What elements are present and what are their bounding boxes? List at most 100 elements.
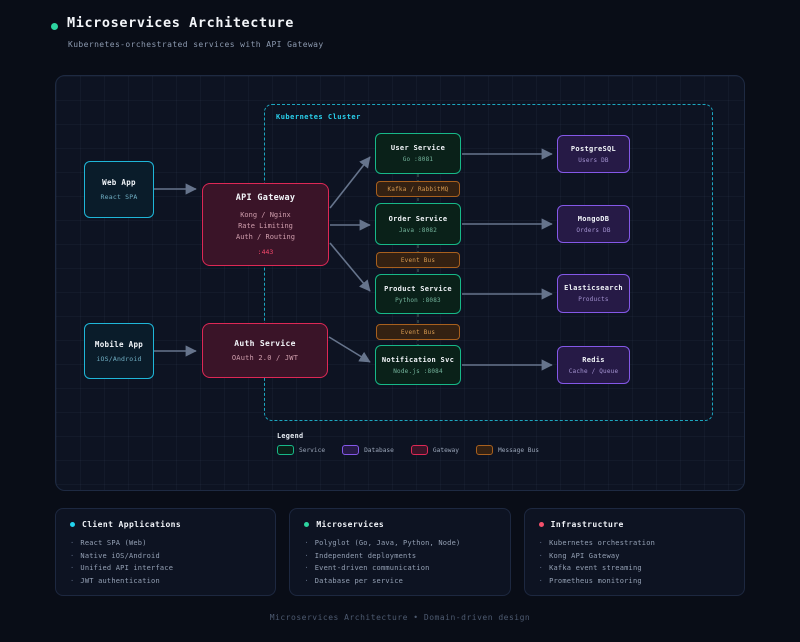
node-postgresql: PostgreSQL Users DB	[557, 135, 630, 173]
legend-label: Message Bus	[498, 447, 539, 454]
list-item: · Polyglot (Go, Java, Python, Node)	[304, 537, 495, 550]
bullet-icon: ·	[70, 550, 74, 563]
node-title: Redis	[582, 356, 605, 364]
card-client-applications: Client Applications · React SPA (Web) · …	[55, 508, 276, 596]
gateway-feature: Rate Limiting	[238, 222, 293, 230]
node-subtitle: Python :8083	[395, 297, 441, 304]
kubernetes-cluster-boundary: Kubernetes Cluster	[264, 104, 713, 421]
node-title: Order Service	[389, 215, 448, 223]
list-item-text: Unified API interface	[80, 562, 173, 575]
bullet-icon: ·	[70, 562, 74, 575]
node-message-bus-kafka: Kafka / RabbitMQ	[376, 181, 460, 197]
list-item-text: React SPA (Web)	[80, 537, 146, 550]
node-subtitle: React SPA	[100, 193, 137, 201]
card-header: Microservices	[304, 520, 495, 529]
card-dot-icon	[304, 522, 309, 527]
list-item-text: Kong API Gateway	[549, 550, 620, 563]
bus-label: Event Bus	[401, 329, 435, 336]
list-item: · JWT authentication	[70, 575, 261, 588]
bullet-icon: ·	[304, 562, 308, 575]
legend: Service Database Gateway Message Bus	[277, 445, 539, 455]
node-message-bus-event-2: Event Bus	[376, 324, 460, 340]
node-title: MongoDB	[578, 215, 610, 223]
bullet-icon: ·	[539, 575, 543, 588]
node-notification-service: Notification Svc Node.js :8084	[375, 345, 461, 385]
card-dot-icon	[539, 522, 544, 527]
legend-swatch-database	[342, 445, 359, 455]
legend-swatch-message-bus	[476, 445, 493, 455]
node-subtitle: Java :8082	[399, 227, 437, 234]
node-api-gateway: API Gateway Kong / Nginx Rate Limiting A…	[202, 183, 329, 266]
card-dot-icon	[70, 522, 75, 527]
node-title: API Gateway	[236, 193, 296, 203]
list-item: · React SPA (Web)	[70, 537, 261, 550]
card-microservices: Microservices · Polyglot (Go, Java, Pyth…	[289, 508, 510, 596]
legend-item-gateway: Gateway	[411, 445, 459, 455]
legend-title: Legend	[277, 432, 303, 440]
list-item: · Unified API interface	[70, 562, 261, 575]
legend-label: Database	[364, 447, 394, 454]
list-item-text: Kubernetes orchestration	[549, 537, 655, 550]
list-item: · Kong API Gateway	[539, 550, 730, 563]
list-item-text: Database per service	[315, 575, 403, 588]
bullet-icon: ·	[304, 575, 308, 588]
node-subtitle: iOS/Android	[96, 355, 141, 363]
legend-item-message-bus: Message Bus	[476, 445, 539, 455]
node-order-service: Order Service Java :8082	[375, 203, 461, 245]
list-item-text: Kafka event streaming	[549, 562, 642, 575]
page-subtitle: Kubernetes-orchestrated services with AP…	[68, 40, 324, 49]
bullet-icon: ·	[304, 537, 308, 550]
node-elasticsearch: Elasticsearch Products	[557, 274, 630, 313]
list-item-text: Prometheus monitoring	[549, 575, 642, 588]
node-subtitle: Go :8081	[403, 156, 434, 163]
list-item: · Independent deployments	[304, 550, 495, 563]
bullet-icon: ·	[70, 537, 74, 550]
gateway-port: :443	[258, 248, 274, 256]
node-product-service: Product Service Python :8083	[375, 274, 461, 314]
header-accent-dot-icon	[51, 23, 58, 30]
list-item-text: Polyglot (Go, Java, Python, Node)	[315, 537, 461, 550]
node-title: Auth Service	[234, 339, 295, 348]
list-item-text: Native iOS/Android	[80, 550, 159, 563]
architecture-diagram: Kubernetes Cluster Web App React SPA Mob…	[55, 75, 745, 491]
node-redis: Redis Cache / Queue	[557, 346, 630, 384]
bus-label: Kafka / RabbitMQ	[388, 186, 449, 193]
node-subtitle: OAuth 2.0 / JWT	[232, 354, 298, 362]
card-header: Client Applications	[70, 520, 261, 529]
bullet-icon: ·	[539, 562, 543, 575]
list-item: · Event-driven communication	[304, 562, 495, 575]
legend-swatch-service	[277, 445, 294, 455]
list-item-text: Event-driven communication	[315, 562, 430, 575]
legend-swatch-gateway	[411, 445, 428, 455]
node-message-bus-event-1: Event Bus	[376, 252, 460, 268]
node-user-service: User Service Go :8081	[375, 133, 461, 174]
node-subtitle: Users DB	[578, 157, 609, 164]
list-item: · Kubernetes orchestration	[539, 537, 730, 550]
legend-label: Gateway	[433, 447, 459, 454]
bullet-icon: ·	[539, 537, 543, 550]
bus-label: Event Bus	[401, 257, 435, 264]
card-items: · React SPA (Web) · Native iOS/Android ·…	[70, 537, 261, 587]
node-title: Elasticsearch	[564, 284, 623, 292]
node-mobile-app: Mobile App iOS/Android	[84, 323, 154, 379]
card-infrastructure: Infrastructure · Kubernetes orchestratio…	[524, 508, 745, 596]
node-subtitle: Node.js :8084	[393, 368, 443, 375]
list-item: · Prometheus monitoring	[539, 575, 730, 588]
node-title: Mobile App	[95, 340, 143, 349]
bullet-icon: ·	[539, 550, 543, 563]
legend-item-database: Database	[342, 445, 394, 455]
card-title: Microservices	[316, 520, 384, 529]
legend-item-service: Service	[277, 445, 325, 455]
list-item-text: Independent deployments	[315, 550, 417, 563]
footer-caption: Microservices Architecture • Domain-driv…	[0, 613, 800, 622]
page-title: Microservices Architecture	[67, 15, 294, 31]
card-items: · Kubernetes orchestration · Kong API Ga…	[539, 537, 730, 587]
gateway-feature: Auth / Routing	[236, 233, 295, 241]
node-auth-service: Auth Service OAuth 2.0 / JWT	[202, 323, 328, 378]
bullet-icon: ·	[304, 550, 308, 563]
node-web-app: Web App React SPA	[84, 161, 154, 218]
card-title: Client Applications	[82, 520, 181, 529]
list-item-text: JWT authentication	[80, 575, 159, 588]
gateway-feature: Kong / Nginx	[240, 211, 291, 219]
node-mongodb: MongoDB Orders DB	[557, 205, 630, 243]
